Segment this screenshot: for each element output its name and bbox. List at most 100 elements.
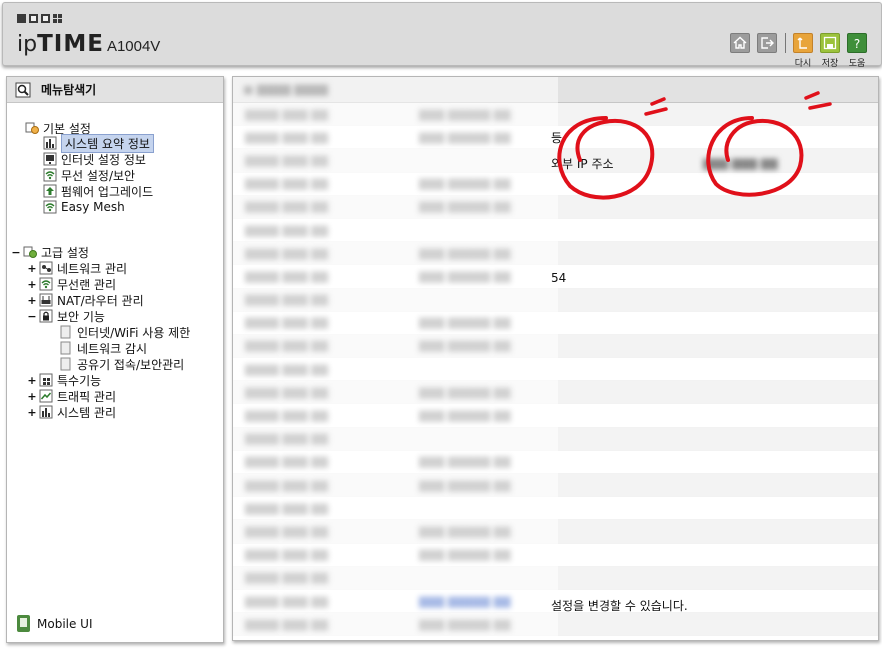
collapse-icon[interactable]: − xyxy=(11,246,21,259)
tree-item-special[interactable]: + 특수기능 xyxy=(27,372,101,388)
redacted-row-label: ▇▇▇▇ ▇▇▇ ▇▇ xyxy=(245,177,329,191)
upgrade-icon xyxy=(43,184,57,198)
redacted-row-value: ▇▇▇ ▇▇▇▇▇ ▇▇ xyxy=(419,478,511,492)
redacted-row-label: ▇▇▇▇ ▇▇▇ ▇▇ xyxy=(245,501,329,515)
redacted-row-label: ▇▇▇▇ ▇▇▇ ▇▇ xyxy=(245,293,329,307)
folder-gear-icon xyxy=(23,245,37,259)
tree-item-label: 특수기능 xyxy=(57,373,102,388)
tree-item-nat-router[interactable]: + NAT/라우터 관리 xyxy=(27,292,144,308)
tree-item-wlan-mgmt[interactable]: + 무선랜 관리 xyxy=(27,276,116,292)
redacted-row-value: ▇▇▇ ▇▇▇▇▇ ▇▇ xyxy=(419,339,511,353)
network-icon xyxy=(39,261,53,275)
table-row: ▇▇▇▇ ▇▇▇ ▇▇ ▇▇▇ ▇▇▇▇▇ ▇▇ xyxy=(233,195,878,219)
expand-icon[interactable]: + xyxy=(27,390,37,403)
collapse-icon[interactable]: − xyxy=(27,310,37,323)
home-button[interactable] xyxy=(730,33,750,53)
page-icon xyxy=(59,357,73,371)
question-icon: ? xyxy=(854,37,860,51)
expand-icon[interactable]: + xyxy=(27,262,37,275)
redacted-row-value: ▇▇▇ ▇▇▇▇▇ ▇▇ xyxy=(419,246,511,260)
tree-item-label: 인터넷 설정 정보 xyxy=(61,152,146,167)
logout-icon xyxy=(761,37,774,49)
help-button[interactable]: ? 도움 xyxy=(847,33,867,69)
menu-explorer-header: 메뉴탐색기 xyxy=(7,77,223,103)
table-row: ▇▇▇▇ ▇▇▇ ▇▇ ▇▇▇ ▇▇▇▇▇ ▇▇ xyxy=(233,474,878,498)
save-button[interactable]: 저장 xyxy=(820,33,840,69)
external-ip-label: 외부 IP 주소 xyxy=(551,157,614,171)
redacted-row-label: ▇▇▇▇ ▇▇▇ ▇▇ xyxy=(245,316,329,330)
mobile-ui-link[interactable]: Mobile UI xyxy=(17,615,93,632)
tree-item-network-watch[interactable]: 네트워크 감시 xyxy=(59,340,147,356)
square-filled-icon xyxy=(17,14,26,23)
traffic-icon xyxy=(39,389,53,403)
page-icon xyxy=(59,341,73,355)
tree-item-label: 네트워크 감시 xyxy=(77,341,148,356)
tree-item-firmware-upgrade[interactable]: 펌웨어 업그레이드 xyxy=(43,183,153,199)
tree-item-easy-mesh[interactable]: Easy Mesh xyxy=(43,199,125,215)
panel-header: ■ ▇▇▇▇ ▇▇▇▇ xyxy=(233,77,878,103)
redacted-row-value: ▇▇▇ ▇▇▇▇▇ ▇▇ xyxy=(419,385,511,399)
table-row: ▇▇▇▇ ▇▇▇ ▇▇ ▇▇▇ ▇▇▇▇▇ ▇▇ xyxy=(233,103,878,127)
tree-item-security[interactable]: − 보안 기능 xyxy=(27,308,105,324)
bar-chart-icon xyxy=(43,136,57,150)
wifi-icon xyxy=(43,200,57,214)
svg-text:?: ? xyxy=(854,37,860,51)
redacted-row-value: ▇▇▇ ▇▇▇▇▇ ▇▇ xyxy=(419,594,511,608)
redacted-row-label: ▇▇▇▇ ▇▇▇ ▇▇ xyxy=(245,385,329,399)
redacted-row-label: ▇▇▇▇ ▇▇▇ ▇▇ xyxy=(245,594,329,608)
redacted-row-label: ▇▇▇▇ ▇▇▇ ▇▇ xyxy=(245,339,329,353)
expand-icon[interactable]: + xyxy=(27,278,37,291)
top-header: ip TIME A1004V 다시 저장 ? 도움 xyxy=(2,2,882,69)
redacted-row-label: ▇▇▇▇ ▇▇▇ ▇▇ xyxy=(245,153,329,167)
router-icon xyxy=(39,293,53,307)
table-row: ▇▇▇▇ ▇▇▇ ▇▇ ▇▇▇ ▇▇▇▇▇ ▇▇ xyxy=(233,312,878,335)
table-row: ▇▇▇▇ ▇▇▇ ▇▇ xyxy=(233,566,878,590)
tree-item-system-summary[interactable]: 시스템 요약 정보 xyxy=(43,133,154,153)
redacted-row-label: ▇▇▇▇ ▇▇▇ ▇▇ xyxy=(245,478,329,492)
tree-item-traffic[interactable]: + 트래픽 관리 xyxy=(27,388,116,404)
tree-item-label: 인터넷/WiFi 사용 제한 xyxy=(77,325,191,340)
tree-advanced-settings[interactable]: − 고급 설정 xyxy=(11,244,89,260)
logout-button[interactable] xyxy=(757,33,777,53)
redacted-row-value: ▇▇▇ ▇▇▇▇▇ ▇▇ xyxy=(419,524,511,538)
brand-prefix: ip xyxy=(17,32,38,57)
table-row: ▇▇▇▇ ▇▇▇ ▇▇ ▇▇▇ ▇▇▇▇▇ ▇▇ xyxy=(233,173,878,196)
external-ip-partial: 등 xyxy=(551,131,563,145)
redacted-row-value: ▇▇▇ ▇▇▇▇▇ ▇▇ xyxy=(419,455,511,469)
redacted-row-label: ▇▇▇▇ ▇▇▇ ▇▇ xyxy=(245,223,329,237)
tree-item-router-access[interactable]: 공유기 접속/보안관리 xyxy=(59,356,184,372)
tree-item-usage-limit[interactable]: 인터넷/WiFi 사용 제한 xyxy=(59,324,190,340)
redacted-row-value: ▇▇▇ ▇▇▇▇▇ ▇▇ xyxy=(419,130,511,144)
tree-item-wireless-security[interactable]: 무선 설정/보안 xyxy=(43,167,135,183)
mobile-phone-icon xyxy=(17,615,30,632)
redacted-row-label: ▇▇▇▇ ▇▇▇ ▇▇ xyxy=(245,269,329,283)
expand-icon[interactable]: + xyxy=(27,406,37,419)
redacted-row-label: ▇▇▇▇ ▇▇▇ ▇▇ xyxy=(245,524,329,538)
tree-item-label: 트래픽 관리 xyxy=(57,389,117,404)
tree-item-system-mgmt[interactable]: + 시스템 관리 xyxy=(27,404,116,420)
table-row: ▇▇▇▇ ▇▇▇ ▇▇ ▇▇▇ ▇▇▇▇▇ ▇▇ xyxy=(233,404,878,428)
redacted-row-label: ▇▇▇▇ ▇▇▇ ▇▇ xyxy=(245,617,329,631)
home-icon xyxy=(733,36,747,49)
bar-chart-icon xyxy=(39,405,53,419)
tree-item-label: Easy Mesh xyxy=(61,200,125,214)
reload-button[interactable]: 다시 xyxy=(793,33,813,69)
square-outline-icon xyxy=(29,14,38,23)
folder-gear-icon xyxy=(25,121,39,135)
tree-item-network-mgmt[interactable]: + 네트워크 관리 xyxy=(27,260,127,276)
square-outline-icon xyxy=(41,14,50,23)
tree-item-label: 무선랜 관리 xyxy=(57,277,117,292)
table-row: ▇▇▇▇ ▇▇▇ ▇▇ ▇▇▇ ▇▇▇▇▇ ▇▇ xyxy=(233,544,878,567)
redacted-row-value: ▇▇▇ ▇▇▇▇▇ ▇▇ xyxy=(419,409,511,423)
tree-item-label: 펌웨어 업그레이드 xyxy=(61,184,154,199)
expand-icon[interactable]: + xyxy=(27,294,37,307)
table-row: ▇▇▇▇ ▇▇▇ ▇▇ xyxy=(233,427,878,451)
tree-item-internet-info[interactable]: 인터넷 설정 정보 xyxy=(43,151,146,167)
table-row: ▇▇▇▇ ▇▇▇ ▇▇ xyxy=(233,358,878,382)
table-row: ▇▇▇▇ ▇▇▇ ▇▇ xyxy=(233,219,878,243)
table-row: ▇▇▇▇ ▇▇▇ ▇▇ ▇▇▇ ▇▇▇▇▇ ▇▇ xyxy=(233,242,878,266)
settings-note: 설정을 변경할 수 있습니다. xyxy=(551,599,688,613)
expand-icon[interactable]: + xyxy=(27,374,37,387)
tree-advanced-label: 고급 설정 xyxy=(41,245,89,260)
redacted-row-label: ▇▇▇▇ ▇▇▇ ▇▇ xyxy=(245,200,329,214)
